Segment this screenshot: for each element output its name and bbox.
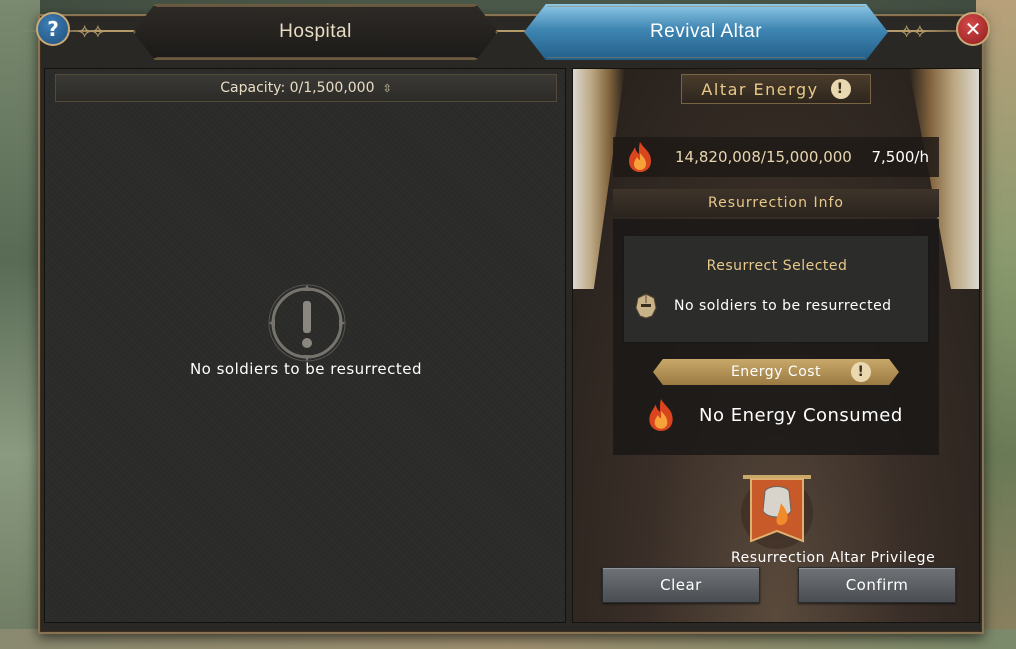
clear-button[interactable]: Clear <box>602 567 760 603</box>
resurrection-info-header: Resurrection Info <box>613 189 939 217</box>
tab-hospital-label: Hospital <box>279 21 352 42</box>
tab-hospital[interactable]: Hospital <box>133 4 498 60</box>
privilege-label: Resurrection Altar Privilege <box>731 550 936 566</box>
confirm-button[interactable]: Confirm <box>798 567 956 603</box>
altar-energy-title: Altar Energy <box>701 79 819 99</box>
ornament-right-icon: ⟡⟡ <box>900 18 927 42</box>
help-button[interactable]: ? <box>36 12 70 46</box>
resurrection-info-box: Resurrect Selected No soldiers to be res… <box>613 219 939 455</box>
warning-icon <box>268 284 346 362</box>
close-icon: ✕ <box>964 17 982 41</box>
energy-cost-value: No Energy Consumed <box>699 404 903 426</box>
close-button[interactable]: ✕ <box>956 12 990 46</box>
energy-cost-header: Energy Cost ! <box>653 359 899 385</box>
privilege-banner-icon[interactable] <box>739 473 815 551</box>
helmet-icon <box>635 293 657 319</box>
tab-revival-altar[interactable]: Revival Altar <box>524 4 888 60</box>
fire-icon <box>649 399 673 431</box>
energy-row: 14,820,008/15,000,000 7,500/h <box>613 137 939 177</box>
altar-energy-header: Altar Energy ! <box>681 74 871 104</box>
altar-energy-info-icon[interactable]: ! <box>830 79 851 99</box>
energy-rate: 7,500/h <box>871 148 929 166</box>
energy-cost-info-icon[interactable]: ! <box>851 362 871 382</box>
resurrect-selected-title: Resurrect Selected <box>706 258 848 274</box>
revival-altar-panel: Altar Energy ! 14,820,008/15,000,000 7,5… <box>572 68 980 623</box>
energy-value: 14,820,008/15,000,000 <box>675 148 852 166</box>
tab-revival-altar-label: Revival Altar <box>649 21 763 42</box>
energy-cost-title: Energy Cost <box>730 364 822 380</box>
capacity-bar[interactable]: Capacity: 0/1,500,000 ⇳ <box>55 74 557 102</box>
ornament-left-icon: ⟡⟡ <box>78 18 105 42</box>
background-left <box>0 0 40 649</box>
capacity-text: Capacity: 0/1,500,000 <box>220 80 375 96</box>
fire-icon <box>629 142 651 172</box>
hospital-soldier-list: Capacity: 0/1,500,000 ⇳ No soldiers to b… <box>44 68 566 623</box>
resurrect-selected-box: Resurrect Selected No soldiers to be res… <box>623 235 929 343</box>
sort-icon: ⇳ <box>382 81 392 95</box>
resurrect-selected-empty: No soldiers to be resurrected <box>674 298 892 314</box>
help-icon: ? <box>47 17 59 41</box>
empty-message: No soldiers to be resurrected <box>189 360 423 378</box>
energy-cost-row: No Energy Consumed <box>643 397 903 433</box>
top-bar: ⟡⟡ ⟡⟡ Hospital Revival Altar ? ✕ <box>0 0 1016 62</box>
